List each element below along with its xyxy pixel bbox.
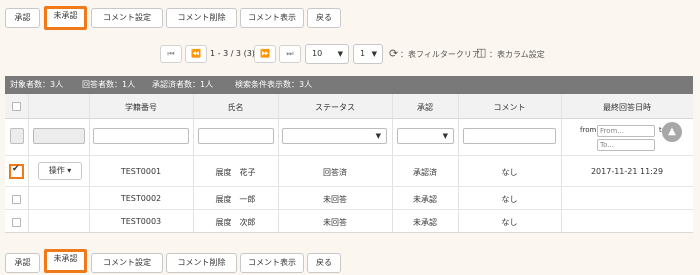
answered-count: 回答者数：1人 xyxy=(82,80,136,89)
summary-bar: 対象者数：3人 回答者数：1人 承認済者数：1人 検索条件表示数：3人 xyxy=(5,76,693,94)
columns-icon[interactable]: ◫ xyxy=(476,46,486,59)
select-all-checkbox[interactable] xyxy=(12,102,21,111)
chevron-down-icon: ▼ xyxy=(371,50,377,58)
filter-action-cell xyxy=(33,128,85,144)
comment-show-button-bottom[interactable]: コメント表示 xyxy=(240,253,304,273)
row-3-student-id: TEST0003 xyxy=(120,217,162,226)
comment-delete-button-top[interactable]: コメント削除 xyxy=(166,8,237,28)
row-1-action-button[interactable]: 操作 ▾ xyxy=(38,162,82,180)
comment-show-button-top[interactable]: コメント表示 xyxy=(240,8,304,28)
last-page-icon[interactable]: ⏭ xyxy=(279,45,301,63)
row-2-student-id: TEST0002 xyxy=(120,194,162,203)
filter-clear-label[interactable]: ：表フィルタークリア xyxy=(400,49,480,60)
row-2-approval: 未承認 xyxy=(413,195,437,204)
row-1-student-id: TEST0001 xyxy=(120,167,162,176)
next-page-icon[interactable]: ⏩ xyxy=(254,45,276,63)
approve-button-top[interactable]: 承認 xyxy=(5,8,40,28)
back-button-bottom[interactable]: 戻る xyxy=(307,253,341,273)
row-3-comment: なし xyxy=(501,218,518,227)
approval-filter-select[interactable]: ▼ xyxy=(397,128,454,144)
first-page-icon[interactable]: ⏮ xyxy=(160,45,182,63)
from-label: from xyxy=(580,126,597,134)
per-page-value: 10 xyxy=(312,49,323,58)
comment-filter-input[interactable] xyxy=(463,128,556,144)
row-2-status: 未回答 xyxy=(323,195,347,204)
column-divider xyxy=(89,94,90,232)
row-1-approval: 承認済 xyxy=(413,168,437,177)
column-divider xyxy=(458,94,459,232)
row-3-approval: 未承認 xyxy=(413,218,437,227)
header-student-id[interactable]: 学籍番号 xyxy=(89,102,193,113)
row-1-status: 回答済 xyxy=(323,168,347,177)
column-divider xyxy=(28,94,29,232)
column-divider xyxy=(278,94,279,232)
column-settings-label[interactable]: ：表カラム設定 xyxy=(489,49,545,60)
row-1-checkbox-highlight[interactable]: ✔ xyxy=(9,164,24,179)
header-approval[interactable]: 承認 xyxy=(392,102,458,113)
row-divider xyxy=(5,209,693,210)
chevron-down-icon: ▼ xyxy=(442,132,448,140)
column-divider xyxy=(193,94,194,232)
status-filter-select[interactable]: ▼ xyxy=(282,128,387,144)
header-last-answer[interactable]: 最終回答日時 xyxy=(561,102,693,113)
comment-delete-button-bottom[interactable]: コメント削除 xyxy=(166,253,237,273)
target-count: 対象者数：3人 xyxy=(10,80,64,89)
comment-settings-button-bottom[interactable]: コメント設定 xyxy=(91,253,163,273)
prev-page-icon[interactable]: ⏪ xyxy=(185,45,207,63)
comment-settings-button-top[interactable]: コメント設定 xyxy=(91,8,163,28)
page-range: 1 - 3 / 3 (3) xyxy=(210,49,255,58)
row-1-comment: なし xyxy=(501,168,518,177)
search-result-count: 検索条件表示数：3人 xyxy=(235,80,313,89)
header-name[interactable]: 氏名 xyxy=(193,102,278,113)
page-value: 1 xyxy=(360,49,366,58)
row-2-checkbox[interactable] xyxy=(12,195,21,204)
chevron-down-icon: ▼ xyxy=(375,132,381,140)
approved-count: 承認済者数：1人 xyxy=(152,80,214,89)
unapprove-button-top[interactable]: 未承認 xyxy=(44,6,87,30)
name-filter-input[interactable] xyxy=(198,128,274,144)
filter-checkbox-cell xyxy=(10,128,24,144)
page-select[interactable]: 1 ▼ xyxy=(353,44,383,64)
row-2-name: 展度 一郎 xyxy=(215,195,256,204)
column-divider xyxy=(392,94,393,232)
row-3-checkbox[interactable] xyxy=(12,218,21,227)
refresh-icon[interactable]: ⟳ xyxy=(389,47,398,60)
from-date-input[interactable]: From... xyxy=(597,125,655,137)
to-date-input[interactable]: To... xyxy=(597,139,655,151)
back-button-top[interactable]: 戻る xyxy=(307,8,341,28)
row-divider xyxy=(5,186,693,187)
header-comment[interactable]: コメント xyxy=(458,102,561,113)
row-2-comment: なし xyxy=(501,195,518,204)
approve-button-bottom[interactable]: 承認 xyxy=(5,253,40,273)
student-id-filter-input[interactable] xyxy=(93,128,189,144)
row-3-name: 展度 次郎 xyxy=(215,218,256,227)
row-3-status: 未回答 xyxy=(323,218,347,227)
scroll-top-icon[interactable]: ▲ xyxy=(662,122,682,142)
students-table: 学籍番号 氏名 ステータス 承認 コメント 最終回答日時 ▼ ▼ from Fr… xyxy=(5,94,693,233)
per-page-select[interactable]: 10 ▼ xyxy=(305,44,349,64)
unapprove-button-bottom[interactable]: 未承認 xyxy=(44,249,87,273)
row-1-name: 展度 花子 xyxy=(215,168,256,177)
chevron-down-icon: ▼ xyxy=(337,50,343,58)
column-divider xyxy=(561,94,562,232)
row-1-last-answer: 2017-11-21 11:29 xyxy=(590,167,664,176)
header-status[interactable]: ステータス xyxy=(278,102,392,113)
row-divider xyxy=(5,155,693,156)
checkmark-icon: ✔ xyxy=(12,164,20,174)
